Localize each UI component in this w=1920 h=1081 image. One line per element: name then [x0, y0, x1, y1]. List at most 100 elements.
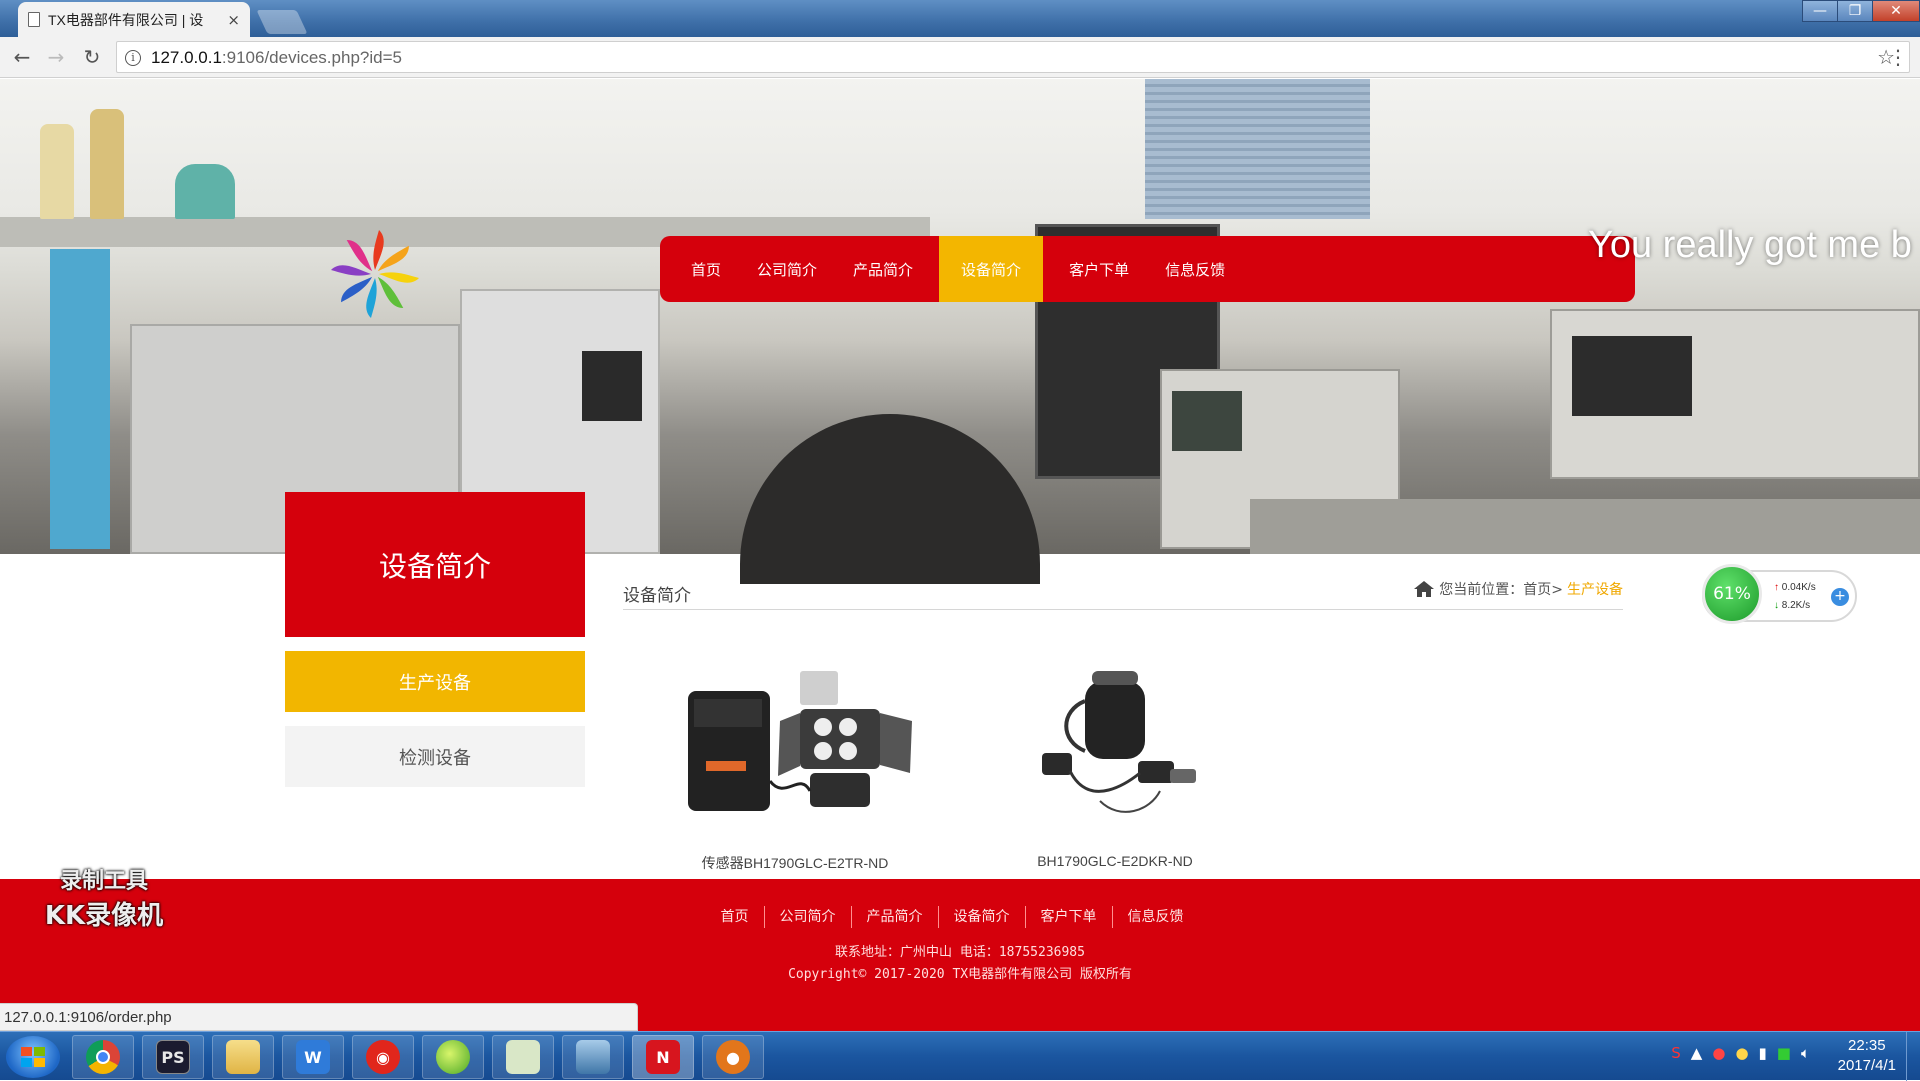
close-window-button[interactable]: ✕ [1872, 0, 1920, 22]
content-divider [623, 609, 1623, 610]
volume-icon[interactable]: 🔈︎ [1801, 1044, 1810, 1062]
banner-instrument [1550, 309, 1920, 479]
status-url-bubble: 127.0.0.1:9106/order.php [0, 1003, 638, 1031]
app-red-icon: N [646, 1040, 680, 1074]
product-caption[interactable]: BH1790GLC-E2DKR-ND [980, 853, 1250, 869]
sidebar-item-testing[interactable]: 检测设备 [285, 726, 585, 787]
footer-link-company[interactable]: 公司简介 [763, 906, 851, 928]
main-nav: 首页 公司简介 产品简介 设备简介 客户下单 信息反馈 [660, 236, 1635, 302]
taskbar-kk-recorder[interactable]: ● [702, 1035, 764, 1079]
taskbar-image-viewer[interactable] [562, 1035, 624, 1079]
footer-link-devices[interactable]: 设备简介 [937, 906, 1025, 928]
clock-time: 22:35 [1848, 1037, 1886, 1054]
nav-order[interactable]: 客户下单 [1051, 236, 1147, 302]
company-logo-icon[interactable] [330, 229, 420, 319]
banner-chair [740, 414, 1040, 584]
product-caption[interactable]: 传感器BH1790GLC-E2TR-ND [660, 853, 930, 873]
tab-title: TX电器部件有限公司 | 设 [48, 11, 204, 28]
show-desktop-button[interactable] [1906, 1032, 1920, 1081]
chrome-icon [86, 1040, 120, 1074]
taskbar-wps[interactable]: W [282, 1035, 344, 1079]
system-tray: S ▲ ● ● ▮ ■ 🔈︎ [1671, 1044, 1810, 1062]
minimize-button[interactable]: — [1802, 0, 1838, 22]
image-viewer-icon [576, 1040, 610, 1074]
memory-percent[interactable]: 61% [1702, 564, 1762, 624]
banner-image [0, 79, 1920, 584]
home-icon [1414, 581, 1435, 597]
tray-green-icon[interactable]: ■ [1777, 1044, 1791, 1062]
banner-blinds [1145, 79, 1370, 219]
network-speed-widget[interactable]: 61% 0.04K/s 8.2K/s + [1702, 564, 1857, 624]
taskbar-netease-music[interactable]: ◉ [352, 1035, 414, 1079]
product-image-battery-light[interactable] [660, 661, 930, 829]
network-signal-icon[interactable]: ▮ [1759, 1044, 1767, 1062]
product-card[interactable]: BH1790GLC-E2DKR-ND [980, 661, 1250, 869]
product-image-light-kit[interactable] [980, 661, 1250, 829]
info-icon[interactable]: i [125, 50, 141, 66]
banner-table [1250, 499, 1920, 554]
sidebar-title: 设备简介 [285, 492, 585, 637]
breadcrumb-prefix[interactable]: 您当前位置：首页> [1439, 579, 1563, 599]
reload-button[interactable]: ↻ [80, 45, 104, 69]
address-bar[interactable]: i 127.0.0.1:9106/devices.php?id=5 ☆ [116, 41, 1910, 73]
notepad-icon [506, 1040, 540, 1074]
footer-nav: 首页 公司简介 产品简介 设备简介 客户下单 信息反馈 [0, 906, 1920, 928]
browser-toolbar: ← → ↻ i 127.0.0.1:9106/devices.php?id=5 … [0, 37, 1920, 78]
watermark-line1: 录制工具 [59, 869, 148, 894]
explorer-icon [226, 1040, 260, 1074]
nav-products[interactable]: 产品简介 [835, 236, 931, 302]
breadcrumb-current[interactable]: 生产设备 [1567, 579, 1623, 599]
footer-link-home[interactable]: 首页 [706, 906, 764, 928]
url-text[interactable]: 127.0.0.1:9106/devices.php?id=5 [151, 48, 402, 68]
recorder-watermark: 录制工具 KK录像机 [34, 863, 174, 932]
tray-expand-icon[interactable]: ▲ [1691, 1044, 1703, 1062]
breadcrumb: 您当前位置：首页> 生产设备 [1413, 579, 1623, 599]
url-path: :9106/devices.php?id=5 [221, 48, 402, 67]
browser-tab[interactable]: TX电器部件有限公司 | 设 × [18, 2, 250, 37]
tray-antivirus-icon[interactable]: ● [1712, 1044, 1725, 1062]
sogou-input-icon[interactable]: S [1671, 1044, 1681, 1062]
system-clock[interactable]: 22:35 2017/4/1 [1838, 1036, 1896, 1076]
url-host: 127.0.0.1 [151, 48, 222, 67]
windows-logo-icon [21, 1047, 45, 1067]
watermark-line2: KK录像机 [44, 901, 164, 931]
web-page: 首页 公司简介 产品简介 设备简介 客户下单 信息反馈 You really g… [0, 79, 1920, 1031]
product-card[interactable]: 传感器BH1790GLC-E2TR-ND [660, 661, 930, 873]
start-button[interactable] [6, 1036, 60, 1078]
maximize-button[interactable]: ❐ [1837, 0, 1873, 22]
clock-date: 2017/4/1 [1837, 1057, 1896, 1074]
taskbar-app-red[interactable]: N [632, 1035, 694, 1079]
taskbar-browser-ball[interactable] [422, 1035, 484, 1079]
content-title: 设备简介 [623, 586, 691, 606]
netease-music-icon: ◉ [366, 1040, 400, 1074]
footer-address: 联系地址：广州中山 电话：18755236985 [835, 945, 1085, 960]
new-tab-button[interactable] [256, 10, 308, 34]
sidebar-item-production[interactable]: 生产设备 [285, 651, 585, 712]
window-controls: — ❐ ✕ [1802, 0, 1920, 24]
upload-speed: 0.04K/s [1774, 582, 1816, 593]
taskbar-explorer[interactable] [212, 1035, 274, 1079]
tray-qq-icon[interactable]: ● [1735, 1044, 1748, 1062]
windows-taskbar: PS W ◉ N ● S ▲ ● ● ▮ ■ 🔈︎ 22:35 2017/4/1 [0, 1031, 1920, 1081]
plus-icon[interactable]: + [1831, 588, 1849, 606]
banner-shelf-items [30, 109, 235, 219]
tab-close-icon[interactable]: × [227, 11, 240, 29]
nav-company[interactable]: 公司简介 [739, 236, 835, 302]
taskbar-photoshop[interactable]: PS [142, 1035, 204, 1079]
browser-menu-icon[interactable]: ⋮ [1888, 45, 1908, 69]
nav-devices[interactable]: 设备简介 [939, 236, 1044, 302]
back-button[interactable]: ← [10, 45, 34, 69]
footer-link-products[interactable]: 产品简介 [850, 906, 938, 928]
wps-icon: W [296, 1040, 330, 1074]
download-speed: 8.2K/s [1774, 600, 1810, 611]
banner-cabinet [50, 249, 110, 549]
nav-feedback[interactable]: 信息反馈 [1147, 236, 1243, 302]
footer-link-feedback[interactable]: 信息反馈 [1111, 906, 1199, 928]
nav-home[interactable]: 首页 [673, 236, 739, 302]
forward-button[interactable]: → [44, 45, 68, 69]
marquee-text: You really got me b [1588, 224, 1912, 266]
footer-link-order[interactable]: 客户下单 [1024, 906, 1112, 928]
taskbar-chrome[interactable] [72, 1035, 134, 1079]
taskbar-notepad[interactable] [492, 1035, 554, 1079]
footer-copyright: Copyright© 2017-2020 TX电器部件有限公司 版权所有 [788, 967, 1132, 982]
